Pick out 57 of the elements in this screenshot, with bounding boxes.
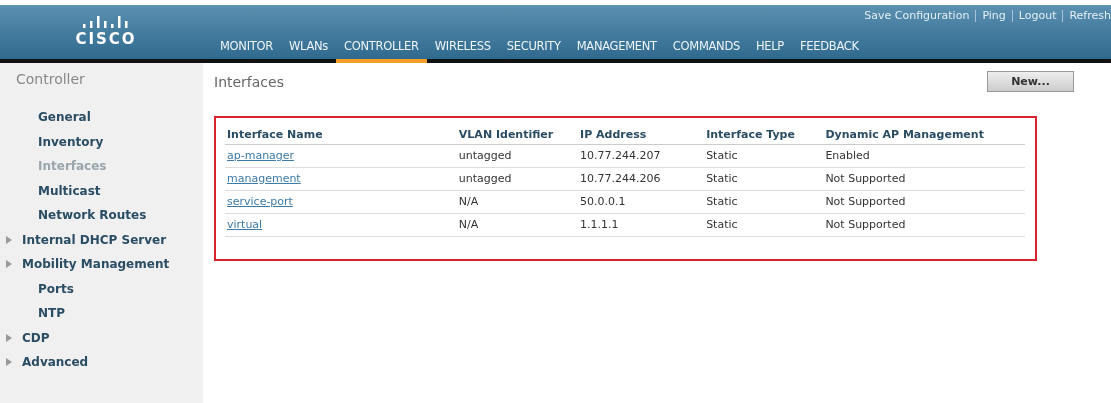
nav-tab[interactable]: MONITOR bbox=[212, 39, 281, 63]
table-cell: N/A bbox=[456, 190, 579, 214]
table-cell: Enabled bbox=[823, 144, 1025, 168]
expand-arrow-icon[interactable] bbox=[6, 235, 12, 244]
interface-link[interactable]: management bbox=[227, 172, 301, 185]
page-title: Interfaces bbox=[214, 73, 284, 90]
column-header: VLAN Identifier bbox=[456, 122, 579, 145]
table-cell: Not Supported bbox=[823, 213, 1025, 237]
new-button[interactable]: New... bbox=[987, 71, 1074, 92]
sidebar-item[interactable]: CDP bbox=[0, 325, 203, 350]
sidebar-item[interactable]: Multicast bbox=[0, 178, 203, 203]
expand-arrow-icon[interactable] bbox=[6, 333, 12, 342]
table-cell: 1.1.1.1 bbox=[578, 213, 705, 237]
table-cell: Static bbox=[704, 167, 824, 191]
interface-link[interactable]: ap-manager bbox=[227, 149, 295, 162]
table-cell: 10.77.244.207 bbox=[578, 144, 705, 168]
header-link[interactable]: Save Configuration bbox=[864, 9, 970, 22]
column-header: IP Address bbox=[578, 122, 705, 145]
table-cell: 50.0.0.1 bbox=[578, 190, 705, 214]
nav-tab[interactable]: MANAGEMENT bbox=[568, 39, 665, 63]
table-cell: Not Supported bbox=[823, 190, 1025, 214]
nav-tab[interactable]: COMMANDS bbox=[664, 39, 748, 63]
column-header: Interface Type bbox=[704, 122, 824, 145]
table-cell: untagged bbox=[456, 167, 579, 191]
nav-tab[interactable]: WLANs bbox=[280, 39, 336, 63]
table-cell: N/A bbox=[456, 213, 579, 237]
header-link[interactable]: Ping bbox=[982, 9, 1006, 22]
table-cell: Static bbox=[704, 190, 824, 214]
nav-tab[interactable]: FEEDBACK bbox=[792, 39, 867, 63]
nav-tab[interactable]: CONTROLLER bbox=[335, 39, 427, 63]
header-link[interactable]: Logout bbox=[1018, 9, 1057, 22]
sidebar-item[interactable]: Ports bbox=[0, 276, 203, 301]
table-cell: 10.77.244.206 bbox=[578, 167, 705, 191]
expand-arrow-icon[interactable] bbox=[6, 260, 12, 269]
table-cell: Static bbox=[704, 144, 824, 168]
table-cell: Static bbox=[704, 213, 824, 237]
interface-link[interactable]: virtual bbox=[227, 218, 263, 231]
nav-tab[interactable]: HELP bbox=[747, 39, 792, 63]
table-cell: Not Supported bbox=[823, 167, 1025, 191]
sidebar-item[interactable]: Mobility Management bbox=[0, 252, 203, 277]
expand-arrow-icon[interactable] bbox=[6, 358, 12, 367]
logo-text: CISCO bbox=[75, 30, 137, 48]
column-header: Dynamic AP Management bbox=[823, 122, 1025, 145]
sidebar-item[interactable]: Network Routes bbox=[0, 203, 203, 228]
nav-tab[interactable]: WIRELESS bbox=[426, 39, 499, 63]
sidebar-item[interactable]: General bbox=[0, 105, 203, 130]
sidebar-item[interactable]: Advanced bbox=[0, 350, 203, 375]
bridge-bars-icon bbox=[81, 16, 131, 28]
table-cell: untagged bbox=[456, 144, 579, 168]
sidebar-title: Controller bbox=[15, 71, 86, 87]
column-header: Interface Name bbox=[225, 122, 457, 145]
sidebar-item[interactable]: Inventory bbox=[0, 129, 203, 154]
sidebar-item[interactable]: NTP bbox=[0, 301, 203, 326]
sidebar-item[interactable]: Internal DHCP Server bbox=[0, 227, 203, 252]
header-link[interactable]: Refresh bbox=[1069, 9, 1111, 22]
nav-tab[interactable]: SECURITY bbox=[498, 39, 569, 63]
interface-link[interactable]: service-port bbox=[227, 195, 293, 208]
